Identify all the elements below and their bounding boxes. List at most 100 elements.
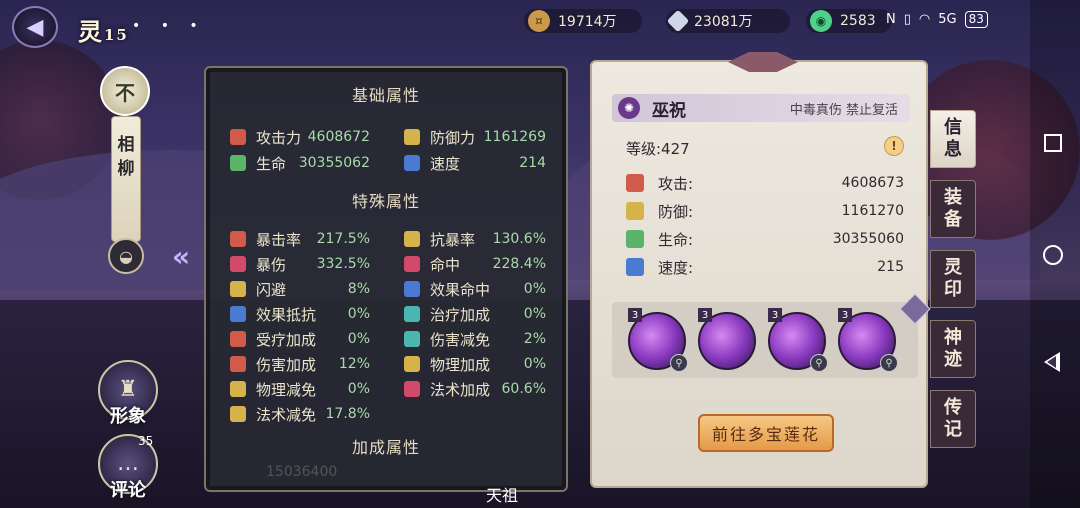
detail-speed: 速度: 215 — [626, 256, 904, 278]
stat-value: 8% — [347, 281, 370, 297]
stat-name: 抗暴率 — [430, 230, 476, 249]
stat-name: 暴击率 — [256, 230, 302, 249]
stat-hp: 生命 30355062 — [230, 152, 370, 174]
stat-value: 0% — [347, 381, 370, 397]
attributes-panel: 基础属性 攻击力 4608672 防御力 1161269 生命 30355062… — [204, 66, 568, 492]
info-hint-icon[interactable]: ! — [884, 136, 904, 156]
skill-slot[interactable]: 3 ⚲ — [768, 308, 828, 372]
stat-name: 防御力 — [430, 128, 476, 147]
stat-name: 速度 — [430, 154, 461, 173]
stat-crit-damage: 暴伤 332.5% — [230, 253, 370, 275]
character-emblem[interactable]: 不 — [100, 66, 150, 116]
tab-spirit-seal[interactable]: 灵 印 — [930, 250, 976, 308]
prev-character-arrow[interactable]: « — [172, 240, 190, 273]
stat-crit-rate: 暴击率 217.5% — [230, 228, 370, 250]
level-label: 等级:427 — [626, 140, 690, 158]
stat-value: 60.6% — [501, 381, 546, 397]
stat-value: 17.8% — [325, 406, 370, 422]
class-tags: 中毒真伤 禁止复活 — [789, 102, 898, 118]
recent-apps-icon[interactable] — [1044, 134, 1062, 152]
damage-reduction-icon — [404, 331, 420, 347]
skill-slot[interactable]: 3 ⚲ — [628, 308, 688, 372]
resource-crystals[interactable]: 23081万 — [666, 9, 790, 33]
detail-name: 速度: — [658, 258, 694, 277]
tab-char: 信 — [944, 117, 962, 138]
tab-info[interactable]: 信 息 — [930, 110, 976, 168]
stat-name: 暴伤 — [256, 255, 287, 274]
stat-value: 2% — [523, 331, 546, 347]
heal-received-icon — [230, 331, 246, 347]
nfc-icon: N — [886, 12, 896, 27]
stat-name: 法术加成 — [430, 380, 491, 399]
stat-name: 受疗加成 — [256, 330, 317, 349]
stat-value: 0% — [347, 306, 370, 322]
stat-physical-reduction: 物理减免 0% — [230, 378, 370, 400]
back-button[interactable]: ◀ — [12, 6, 58, 48]
stat-name: 命中 — [430, 255, 461, 274]
stat-value: 217.5% — [316, 231, 370, 247]
system-status: N ▯ ◠ 5G 83 — [886, 11, 988, 28]
crit-rate-icon — [230, 231, 246, 247]
stat-effect-resist: 效果抵抗 0% — [230, 303, 370, 325]
go-lotus-button[interactable]: 前往多宝莲花 — [698, 414, 834, 452]
appearance-button[interactable]: ♜ 形象 — [98, 360, 158, 427]
resource-coins[interactable]: ¤ 19714万 — [524, 9, 642, 33]
menu-dots[interactable]: • • • — [132, 18, 206, 34]
comment-count: 35 — [138, 434, 154, 448]
skill-lock-icon: ⚲ — [880, 354, 898, 372]
tab-char: 神 — [944, 327, 962, 348]
chat-icon: … — [117, 451, 139, 476]
heal-bonus-icon — [404, 306, 420, 322]
stat-damage-reduction: 伤害减免 2% — [404, 328, 546, 350]
hp-icon — [230, 155, 246, 171]
stat-name: 物理加成 — [430, 355, 491, 374]
jade-icon: ◉ — [810, 10, 832, 32]
stat-value: 0% — [523, 356, 546, 372]
stat-damage-bonus: 伤害加成 12% — [230, 353, 370, 375]
stat-heal-bonus: 治疗加成 0% — [404, 303, 546, 325]
tab-biography[interactable]: 传 记 — [930, 390, 976, 448]
resource-value: 2583 — [840, 13, 876, 29]
stat-name: 效果抵抗 — [256, 305, 317, 324]
bonus-faded-value: 15036400 — [266, 464, 338, 480]
tab-char: 印 — [944, 279, 962, 300]
detail-name: 生命: — [658, 230, 694, 249]
robe-icon: ♜ — [118, 377, 138, 402]
stat-value: 130.6% — [492, 231, 546, 247]
class-bar: ✺ 巫祝 中毒真伤 禁止复活 — [612, 94, 910, 122]
resource-value: 23081万 — [694, 14, 753, 30]
stat-name: 法术减免 — [256, 405, 317, 424]
stat-physical-bonus: 物理加成 0% — [404, 353, 546, 375]
damage-bonus-icon — [230, 356, 246, 372]
stat-value: 30355062 — [298, 155, 370, 171]
stat-value: 228.4% — [492, 256, 546, 272]
back-nav-icon[interactable] — [1044, 352, 1060, 372]
detail-hp: 生命: 30355060 — [626, 228, 904, 250]
special-attributes-title: 特殊属性 — [351, 192, 420, 211]
stat-effect-hit: 效果命中 0% — [404, 278, 546, 300]
stat-value: 4608672 — [307, 129, 370, 145]
speed-icon — [626, 258, 644, 276]
skill-slot[interactable]: 3 ⚲ — [838, 308, 898, 372]
stat-magic-bonus: 法术加成 60.6% — [404, 378, 546, 400]
tab-equipment[interactable]: 装 备 — [930, 180, 976, 238]
stat-value: 1161269 — [483, 129, 546, 145]
hp-icon — [626, 230, 644, 248]
physical-reduction-icon — [230, 381, 246, 397]
pouch-icon[interactable]: ◒ — [108, 238, 144, 274]
stat-value: 332.5% — [316, 256, 370, 272]
stat-heal-received: 受疗加成 0% — [230, 328, 370, 350]
resource-jade[interactable]: ◉ 2583 — [806, 9, 892, 33]
coin-icon: ¤ — [528, 10, 550, 32]
detail-value: 30355060 — [832, 231, 904, 247]
tab-divine-trace[interactable]: 神 迹 — [930, 320, 976, 378]
physical-bonus-icon — [404, 356, 420, 372]
home-icon[interactable] — [1043, 245, 1063, 265]
skill-level: 3 — [768, 308, 782, 322]
stat-value: 214 — [519, 155, 546, 171]
appearance-label: 形象 — [110, 406, 146, 427]
attack-icon — [230, 129, 246, 145]
character-name-scroll: 相 柳 — [111, 116, 141, 242]
skill-lock-icon: ⚲ — [670, 354, 688, 372]
skill-slot[interactable]: 3 — [698, 308, 756, 370]
